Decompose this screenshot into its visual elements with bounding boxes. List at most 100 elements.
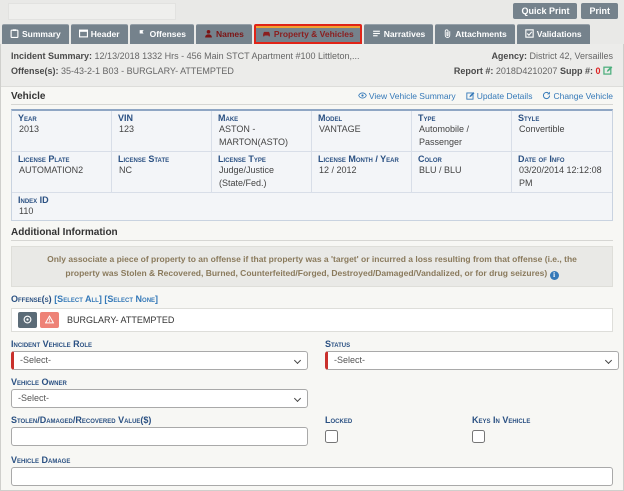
style-value: Convertible	[518, 123, 606, 136]
type-value: Automobile / Passenger	[418, 123, 505, 148]
select-all-link[interactable]: [Select All]	[54, 294, 102, 304]
person-icon	[204, 29, 213, 40]
offense-list-label: Offense(s)	[11, 294, 52, 304]
view-vehicle-summary-link[interactable]: View Vehicle Summary	[358, 91, 456, 102]
agency-value: District 42, Versailles	[529, 51, 613, 61]
top-bar: Quick Print Print	[0, 0, 624, 22]
tab-narratives[interactable]: Narratives	[364, 24, 434, 44]
license-type-label: License Type	[218, 154, 305, 165]
edit-supp-icon[interactable]	[603, 65, 613, 80]
paperclip-icon	[443, 29, 452, 40]
vehicle-table-row: Year2013 VIN123 MakeASTON - MARTON(ASTO)…	[12, 111, 612, 152]
check-square-icon	[525, 29, 534, 40]
update-details-link[interactable]: Update Details	[466, 91, 533, 102]
offense-icon	[138, 29, 147, 40]
tab-names[interactable]: Names	[196, 24, 252, 44]
supp-number-label: Supp #:	[560, 66, 593, 76]
year-value: 2013	[18, 123, 105, 136]
vehicle-section-title: Vehicle	[11, 91, 45, 102]
vehicle-damage-label: Vehicle Damage	[11, 455, 613, 465]
select-none-link[interactable]: [Select None]	[104, 294, 158, 304]
tab-header[interactable]: Header	[71, 24, 128, 44]
license-plate-label: License Plate	[18, 154, 105, 165]
window-icon	[79, 29, 88, 40]
supp-number-value: 0	[595, 66, 600, 76]
model-label: Model	[318, 113, 405, 124]
additional-information-title: Additional Information	[11, 227, 118, 238]
target-toggle-button[interactable]	[18, 312, 37, 328]
warning-button[interactable]	[40, 312, 59, 328]
date-of-info-value: 03/20/2014 12:12:08 PM	[518, 164, 606, 189]
index-id-value: 110	[18, 205, 606, 218]
stolen-value-input[interactable]	[11, 427, 308, 446]
vin-value: 123	[118, 123, 205, 136]
tab-summary[interactable]: Summary	[2, 24, 69, 44]
offenses-value: 35-43-2-1 B03 - BURGLARY- ATTEMPTED	[61, 66, 234, 76]
license-type-value: Judge/Justice (State/Fed.)	[218, 164, 305, 189]
association-notice: Only associate a piece of property to an…	[11, 246, 613, 287]
offense-item-label: BURGLARY- ATTEMPTED	[67, 315, 174, 325]
color-label: Color	[418, 154, 505, 165]
print-button[interactable]: Print	[581, 3, 618, 19]
type-label: Type	[418, 113, 505, 124]
agency-label: Agency:	[491, 51, 527, 61]
index-id-label: Index ID	[18, 195, 606, 206]
status-select[interactable]: -Select-	[325, 351, 619, 370]
stolen-value-label: Stolen/Damaged/Recovered Value($)	[11, 415, 308, 425]
year-label: Year	[18, 113, 105, 124]
report-number-value: 2018D4210207	[496, 66, 558, 76]
offenses-label: Offense(s):	[11, 66, 59, 76]
incident-vehicle-role-label: Incident Vehicle Role	[11, 339, 308, 349]
license-state-value: NC	[118, 164, 205, 177]
change-vehicle-link[interactable]: Change Vehicle	[542, 91, 613, 102]
vehicle-table-row: License PlateAUTOMATION2 License StateNC…	[12, 152, 612, 193]
offense-item: BURGLARY- ATTEMPTED	[11, 308, 613, 332]
keys-in-vehicle-label: Keys In Vehicle	[472, 415, 619, 425]
target-icon	[23, 312, 32, 327]
chevron-down-icon	[294, 395, 301, 402]
tab-validations[interactable]: Validations	[517, 24, 590, 44]
model-value: VANTAGE	[318, 123, 405, 136]
tab-property-vehicles[interactable]: Property & Vehicles	[254, 24, 362, 44]
offense-select-row: Offense(s) [Select All] [Select None]	[11, 294, 613, 305]
color-value: BLU / BLU	[418, 164, 505, 177]
info-icon[interactable]: i	[550, 271, 559, 280]
logo-placeholder	[8, 3, 176, 20]
incident-summary-label: Incident Summary:	[11, 51, 92, 61]
clipboard-icon	[10, 29, 19, 40]
vehicle-damage-input[interactable]	[11, 467, 613, 486]
quick-print-button[interactable]: Quick Print	[513, 3, 577, 19]
incident-vehicle-role-select[interactable]: -Select-	[11, 351, 308, 370]
list-icon	[372, 29, 381, 40]
eye-icon	[358, 91, 367, 102]
vin-label: VIN	[118, 113, 205, 124]
vehicle-owner-select[interactable]: -Select-	[11, 389, 308, 408]
tab-offenses[interactable]: Offenses	[130, 24, 194, 44]
license-month-year-value: 12 / 2012	[318, 164, 405, 177]
locked-checkbox[interactable]	[325, 430, 338, 443]
incident-summary-value: 12/13/2018 1332 Hrs - 456 Main STCT Apar…	[95, 51, 360, 61]
warning-triangle-icon	[45, 312, 54, 327]
index-id-cell: Index ID 110	[12, 193, 612, 220]
vehicle-section: Vehicle View Vehicle Summary Update Deta…	[1, 87, 623, 223]
additional-information-section: Additional Information Only associate a …	[1, 223, 623, 491]
license-state-label: License State	[118, 154, 205, 165]
date-of-info-label: Date of Info	[518, 154, 606, 165]
vehicle-owner-label: Vehicle Owner	[11, 377, 308, 387]
make-label: Make	[218, 113, 305, 124]
tab-attachments[interactable]: Attachments	[435, 24, 514, 44]
chevron-down-icon	[294, 357, 301, 364]
vehicle-form: Incident Vehicle Role -Select- Status -S…	[11, 332, 613, 448]
incident-summary-right: Agency: District 42, Versailles Report #…	[454, 49, 613, 81]
content-panel: Incident Summary: 12/13/2018 1332 Hrs - …	[0, 44, 624, 491]
make-value: ASTON - MARTON(ASTO)	[218, 123, 305, 148]
keys-in-vehicle-checkbox[interactable]	[472, 430, 485, 443]
incident-summary-left: Incident Summary: 12/13/2018 1332 Hrs - …	[11, 49, 360, 81]
car-icon	[262, 29, 271, 40]
report-number-label: Report #:	[454, 66, 494, 76]
incident-summary-strip: Incident Summary: 12/13/2018 1332 Hrs - …	[1, 44, 623, 87]
style-label: Style	[518, 113, 606, 124]
license-plate-value: AUTOMATION2	[18, 164, 105, 177]
vehicle-details-table: Year2013 VIN123 MakeASTON - MARTON(ASTO)…	[11, 109, 613, 221]
license-month-year-label: License Month / Year	[318, 154, 405, 165]
